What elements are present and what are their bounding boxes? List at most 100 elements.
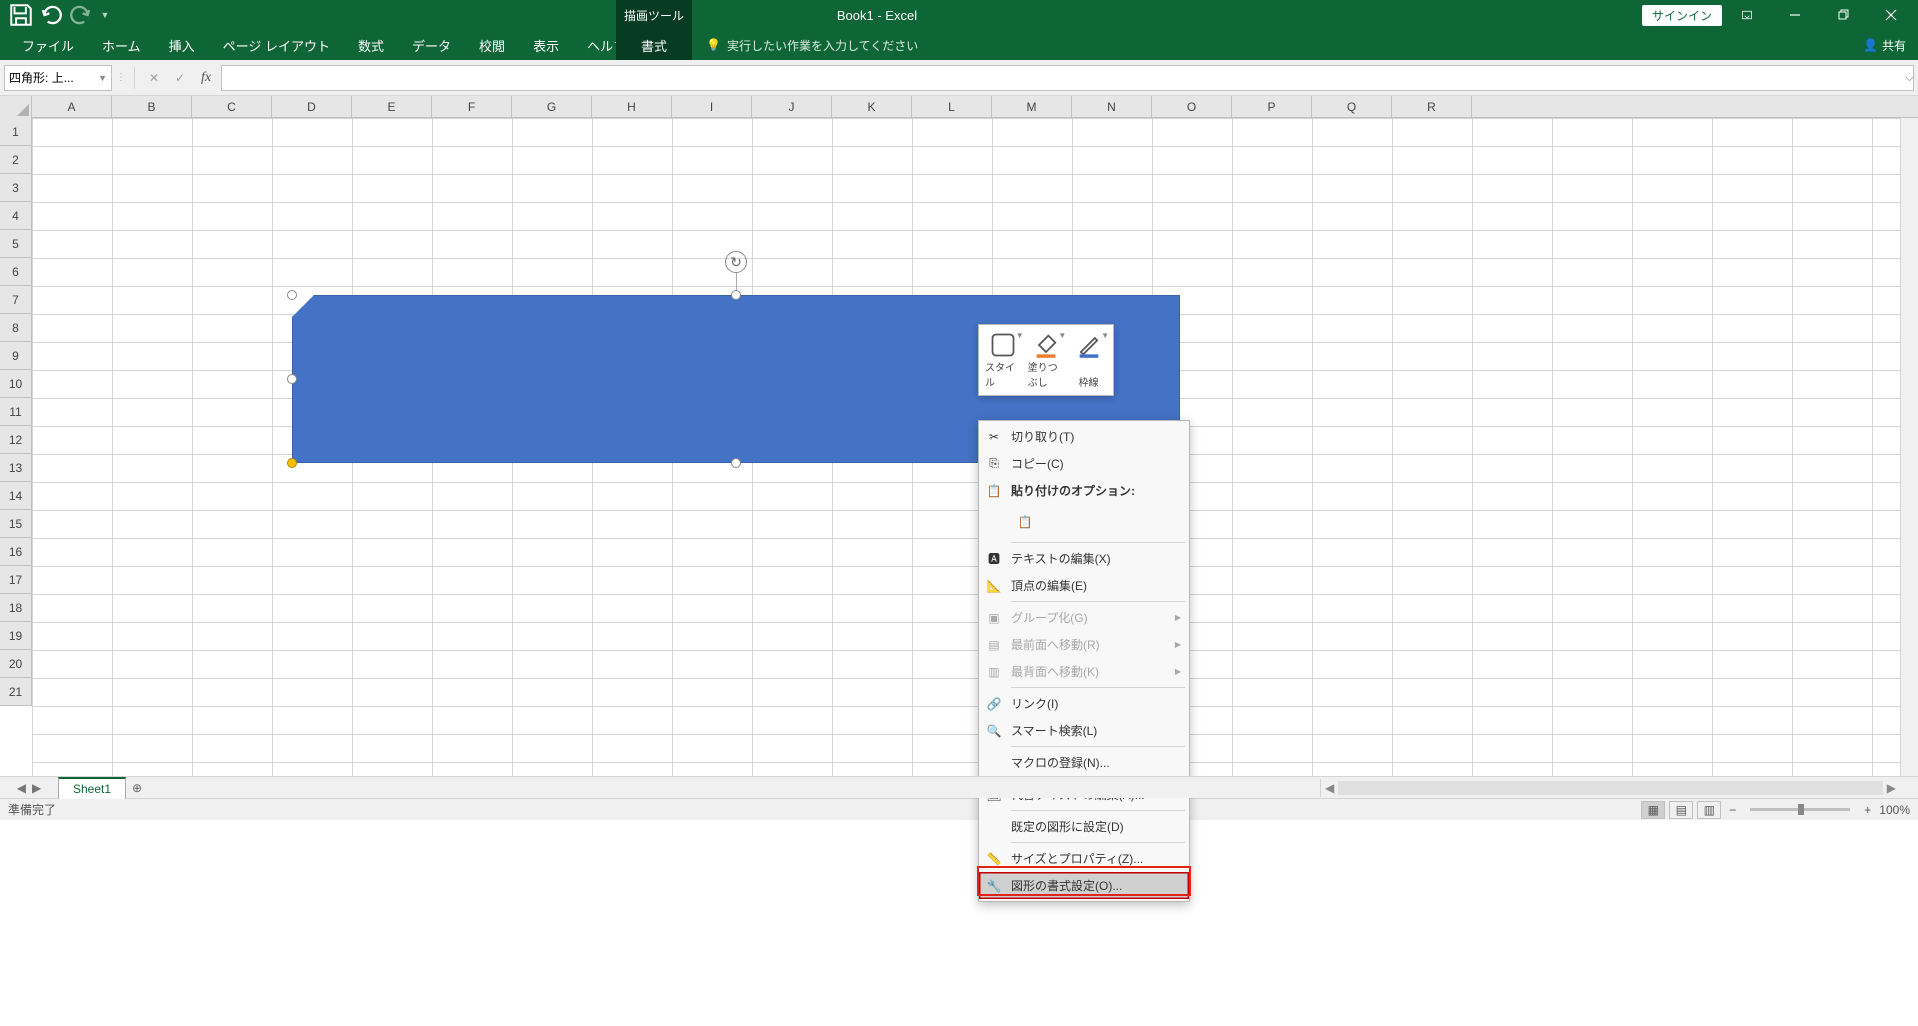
select-all-button[interactable] <box>0 96 32 118</box>
zoom-out-button[interactable]: − <box>1725 803 1740 817</box>
customize-qat-button[interactable]: ▼ <box>98 2 112 28</box>
save-button[interactable] <box>8 2 34 28</box>
column-header[interactable]: P <box>1232 96 1312 118</box>
column-header[interactable]: A <box>32 96 112 118</box>
column-header[interactable]: D <box>272 96 352 118</box>
resize-handle-b[interactable] <box>731 458 741 468</box>
menu-smart-lookup[interactable]: 🔍スマート検索(L) <box>979 717 1189 744</box>
tab-review[interactable]: 校閲 <box>465 30 519 60</box>
resize-handle-t[interactable] <box>731 290 741 300</box>
redo-button[interactable] <box>68 2 94 28</box>
vertical-scrollbar[interactable] <box>1900 118 1918 776</box>
outline-button[interactable]: 枠線 ▼ <box>1068 329 1109 391</box>
column-header[interactable]: O <box>1152 96 1232 118</box>
menu-copy[interactable]: ⎘コピー(C) <box>979 450 1189 477</box>
menu-size-properties[interactable]: 📏サイズとプロパティ(Z)... <box>979 845 1189 872</box>
signin-button[interactable]: サインイン <box>1642 5 1722 26</box>
menu-edit-text[interactable]: 🅰テキストの編集(X) <box>979 545 1189 572</box>
row-header[interactable]: 11 <box>0 398 32 426</box>
tab-page-layout[interactable]: ページ レイアウト <box>209 30 344 60</box>
resize-handle-l[interactable] <box>287 374 297 384</box>
menu-bring-front: ▤最前面へ移動(R)▶ <box>979 631 1189 658</box>
menu-set-default[interactable]: 既定の図形に設定(D) <box>979 813 1189 840</box>
menu-format-shape[interactable]: 🔧図形の書式設定(O)... <box>979 872 1189 899</box>
tab-formulas[interactable]: 数式 <box>344 30 398 60</box>
zoom-level[interactable]: 100% <box>1879 803 1910 817</box>
restore-button[interactable] <box>1820 0 1866 30</box>
fill-button[interactable]: 塗りつぶし ▼ <box>1026 329 1067 391</box>
row-header[interactable]: 10 <box>0 370 32 398</box>
enter-button[interactable]: ✓ <box>169 67 191 89</box>
column-header[interactable]: Q <box>1312 96 1392 118</box>
tab-view[interactable]: 表示 <box>519 30 573 60</box>
paste-option-button[interactable]: 📋 <box>1011 508 1039 536</box>
expand-formula-bar-button[interactable]: ⌵ <box>1905 70 1914 85</box>
insert-function-button[interactable]: fx <box>195 70 217 86</box>
column-header[interactable]: E <box>352 96 432 118</box>
page-break-view-button[interactable]: ▥ <box>1697 801 1721 819</box>
menu-assign-macro[interactable]: マクロの登録(N)... <box>979 749 1189 776</box>
row-header[interactable]: 14 <box>0 482 32 510</box>
add-sheet-button[interactable]: ⊕ <box>126 777 148 799</box>
menu-paste-options-header: 📋貼り付けのオプション: <box>979 477 1189 504</box>
rotate-handle[interactable] <box>725 251 747 273</box>
row-header[interactable]: 8 <box>0 314 32 342</box>
row-header[interactable]: 7 <box>0 286 32 314</box>
row-header[interactable]: 18 <box>0 594 32 622</box>
formula-input[interactable] <box>221 65 1914 91</box>
row-header[interactable]: 2 <box>0 146 32 174</box>
tab-data[interactable]: データ <box>398 30 465 60</box>
page-layout-view-button[interactable]: ▤ <box>1669 801 1693 819</box>
tab-file[interactable]: ファイル <box>8 30 88 60</box>
row-header[interactable]: 13 <box>0 454 32 482</box>
column-header[interactable]: R <box>1392 96 1472 118</box>
column-header[interactable]: F <box>432 96 512 118</box>
minimize-button[interactable] <box>1772 0 1818 30</box>
row-header[interactable]: 9 <box>0 342 32 370</box>
adjustment-handle[interactable] <box>287 458 297 468</box>
menu-edit-points[interactable]: 📐頂点の編集(E) <box>979 572 1189 599</box>
sheet-nav[interactable]: ◀▶ <box>0 781 58 795</box>
tab-home[interactable]: ホーム <box>88 30 155 60</box>
column-header[interactable]: C <box>192 96 272 118</box>
row-header[interactable]: 5 <box>0 230 32 258</box>
close-button[interactable] <box>1868 0 1914 30</box>
column-header[interactable]: B <box>112 96 192 118</box>
menu-link[interactable]: 🔗リンク(I) <box>979 690 1189 717</box>
row-header[interactable]: 16 <box>0 538 32 566</box>
column-header[interactable]: I <box>672 96 752 118</box>
zoom-in-button[interactable]: + <box>1860 803 1875 817</box>
normal-view-button[interactable]: ▦ <box>1641 801 1665 819</box>
row-header[interactable]: 21 <box>0 678 32 706</box>
column-header[interactable]: J <box>752 96 832 118</box>
row-header[interactable]: 20 <box>0 650 32 678</box>
undo-button[interactable] <box>38 2 64 28</box>
column-header[interactable]: N <box>1072 96 1152 118</box>
column-header[interactable]: H <box>592 96 672 118</box>
row-header[interactable]: 6 <box>0 258 32 286</box>
row-header[interactable]: 1 <box>0 118 32 146</box>
tab-format[interactable]: 書式 <box>616 30 692 60</box>
cancel-button[interactable]: ✕ <box>143 67 165 89</box>
menu-cut[interactable]: ✂切り取り(T) <box>979 423 1189 450</box>
column-header[interactable]: K <box>832 96 912 118</box>
sheet-tab-sheet1[interactable]: Sheet1 <box>58 777 126 799</box>
ribbon-options-button[interactable] <box>1724 0 1770 30</box>
row-header[interactable]: 15 <box>0 510 32 538</box>
tell-me-search[interactable]: 💡 実行したい作業を入力してください <box>706 37 918 54</box>
tab-insert[interactable]: 挿入 <box>155 30 209 60</box>
row-header[interactable]: 4 <box>0 202 32 230</box>
row-header[interactable]: 19 <box>0 622 32 650</box>
zoom-slider[interactable] <box>1750 808 1850 811</box>
column-header[interactable]: G <box>512 96 592 118</box>
name-box[interactable]: 四角形: 上... ▼ <box>4 65 112 91</box>
horizontal-scrollbar[interactable]: ◀▶ <box>1320 779 1900 797</box>
row-header[interactable]: 12 <box>0 426 32 454</box>
row-header[interactable]: 17 <box>0 566 32 594</box>
column-header[interactable]: M <box>992 96 1072 118</box>
row-header[interactable]: 3 <box>0 174 32 202</box>
column-header[interactable]: L <box>912 96 992 118</box>
share-button[interactable]: 👤 共有 <box>1863 37 1906 54</box>
style-gallery-button[interactable]: スタイル ▼ <box>983 329 1024 391</box>
resize-handle-tl[interactable] <box>287 290 297 300</box>
